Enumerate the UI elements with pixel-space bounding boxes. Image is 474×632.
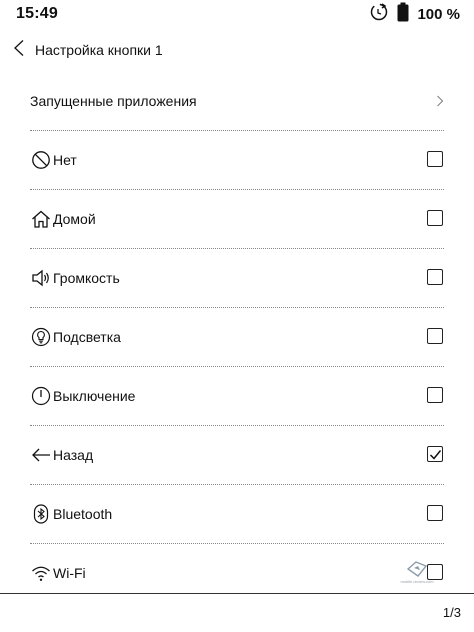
page-indicator: 1/3 [442, 605, 461, 620]
list-item-label: Нет [53, 152, 77, 168]
list-item-label: Назад [53, 447, 94, 463]
lightbulb-icon [30, 326, 52, 348]
checkbox[interactable] [427, 387, 443, 403]
checkbox[interactable] [427, 210, 443, 226]
checkbox[interactable] [427, 269, 443, 285]
running-apps-item[interactable]: Запущенные приложения [30, 72, 444, 131]
battery-percent: 100 % [417, 5, 460, 23]
list-item-label: Wi-Fi [53, 565, 86, 581]
watermark-mark-icon [406, 561, 428, 577]
arrow-left-icon [30, 444, 52, 466]
sync-icon [369, 2, 389, 27]
list-item-label: Выключение [53, 388, 136, 404]
list-item-label: Bluetooth [53, 506, 113, 522]
status-bar: 15:49 100 % [0, 0, 474, 28]
header: Настройка кнопки 1 [0, 34, 474, 66]
checkbox[interactable] [427, 151, 443, 167]
page-title: Настройка кнопки 1 [35, 42, 163, 58]
battery-icon [397, 2, 409, 27]
status-right: 100 % [369, 2, 460, 27]
list-item-back[interactable]: Назад [30, 426, 444, 485]
watermark-text: mobile-review.com [400, 579, 434, 584]
back-button[interactable] [8, 38, 30, 62]
checkmark-icon [429, 449, 441, 460]
list-item-label: Громкость [53, 270, 120, 286]
no-icon [30, 149, 52, 171]
power-icon [30, 385, 52, 407]
list-item-backlight[interactable]: Подсветка [30, 308, 444, 367]
running-apps-label: Запущенные приложения [30, 93, 197, 109]
list-item-label: Подсветка [53, 329, 121, 345]
list-item-bluetooth[interactable]: Bluetooth [30, 485, 444, 544]
home-icon [30, 208, 52, 230]
checkbox[interactable] [427, 328, 443, 344]
button-action-list: Запущенные приложения Нет Домой Громкост… [30, 72, 444, 602]
status-time: 15:49 [16, 5, 58, 22]
checkbox[interactable] [427, 505, 443, 521]
list-item-volume[interactable]: Громкость [30, 249, 444, 308]
wifi-icon [30, 562, 52, 584]
list-item-power-off[interactable]: Выключение [30, 367, 444, 426]
checkbox-checked[interactable] [427, 446, 443, 462]
list-item-home[interactable]: Домой [30, 190, 444, 249]
list-item-none[interactable]: Нет [30, 131, 444, 190]
chevron-left-icon [13, 39, 25, 62]
volume-icon [30, 267, 52, 289]
watermark-logo: mobile-review.com [392, 560, 442, 592]
chevron-right-icon [436, 94, 444, 112]
bluetooth-icon [30, 503, 52, 525]
footer-divider [0, 593, 474, 594]
list-item-label: Домой [53, 211, 96, 227]
